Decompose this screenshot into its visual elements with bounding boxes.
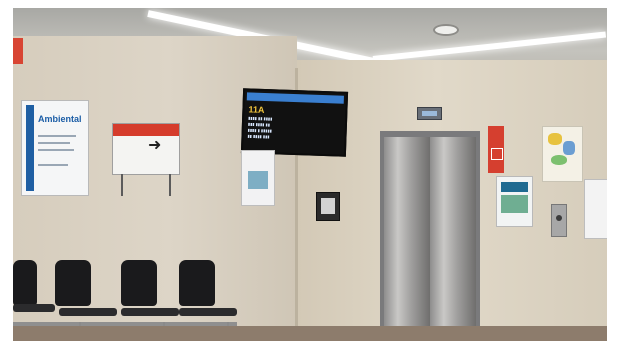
tv-big-code: 11A xyxy=(248,104,265,115)
chair xyxy=(13,260,37,306)
poster-illustration xyxy=(548,133,562,145)
elevator-call-button xyxy=(551,204,567,237)
red-wall-sign xyxy=(13,38,23,64)
poster-title: Ambiental xyxy=(38,114,82,124)
chair-seat xyxy=(59,308,117,316)
tv-header-bar xyxy=(246,92,344,104)
poster-stripe xyxy=(26,105,34,191)
ceiling-light-strip xyxy=(372,31,607,62)
sign-post xyxy=(169,174,171,196)
tv-row: ▮▮▮▮ ▮▮ ▮▮▮▮ xyxy=(248,115,273,122)
intercom-panel xyxy=(321,198,335,214)
sign-header xyxy=(113,124,179,136)
poster-text-line xyxy=(38,164,68,166)
tv-row: ▮▮▮ ▮▮▮▮ ▮▮ xyxy=(247,121,271,128)
poster-header xyxy=(501,182,528,192)
right-arrow-icon: ➜ xyxy=(148,137,162,154)
call-button-dot xyxy=(556,215,562,221)
poster-text-line xyxy=(38,149,74,151)
poster-illustration xyxy=(563,141,575,155)
elevator-door-left xyxy=(384,137,430,341)
photo-frame: Ambiental ➜ 11A ▮▮▮▮ ▮▮ ▮▮▮▮ ▮▮▮ ▮▮▮▮ ▮▮… xyxy=(13,8,607,341)
tv-row: ▮▮▮▮ ▮ ▮▮▮▮▮ xyxy=(247,127,273,134)
poster-text-line xyxy=(38,135,76,137)
green-info-poster xyxy=(496,176,533,227)
poster-illustration xyxy=(551,155,567,165)
chair xyxy=(121,260,157,306)
direction-sign: ➜ xyxy=(112,123,180,196)
poster-text-line xyxy=(38,142,70,144)
elevator xyxy=(380,131,480,341)
chair-seat xyxy=(121,308,179,316)
tv-row: ▮▮ ▮▮▮▮ ▮▮▮ xyxy=(247,133,270,140)
white-notice xyxy=(584,179,607,239)
emergency-box-icon xyxy=(491,148,503,160)
sign-post xyxy=(121,174,123,196)
elevator-door-right xyxy=(430,137,476,341)
red-emergency-sign xyxy=(488,126,504,173)
chair xyxy=(55,260,91,306)
environmental-poster: Ambiental xyxy=(21,100,89,196)
wall-intercom xyxy=(316,192,340,221)
floor-indicator-screen xyxy=(422,111,437,116)
info-sheet xyxy=(241,150,275,206)
info-sheet-photo xyxy=(248,171,268,189)
chair-seat xyxy=(13,304,55,312)
illustrated-poster xyxy=(542,126,583,182)
tv-display: 11A ▮▮▮▮ ▮▮ ▮▮▮▮ ▮▮▮ ▮▮▮▮ ▮▮ ▮▮▮▮ ▮ ▮▮▮▮… xyxy=(240,88,349,157)
poster-block xyxy=(501,195,528,213)
ceiling-downlight xyxy=(433,24,459,36)
chair xyxy=(179,260,215,306)
elevator-floor-indicator xyxy=(417,107,442,120)
chair-seat xyxy=(179,308,237,316)
floor xyxy=(13,326,607,341)
